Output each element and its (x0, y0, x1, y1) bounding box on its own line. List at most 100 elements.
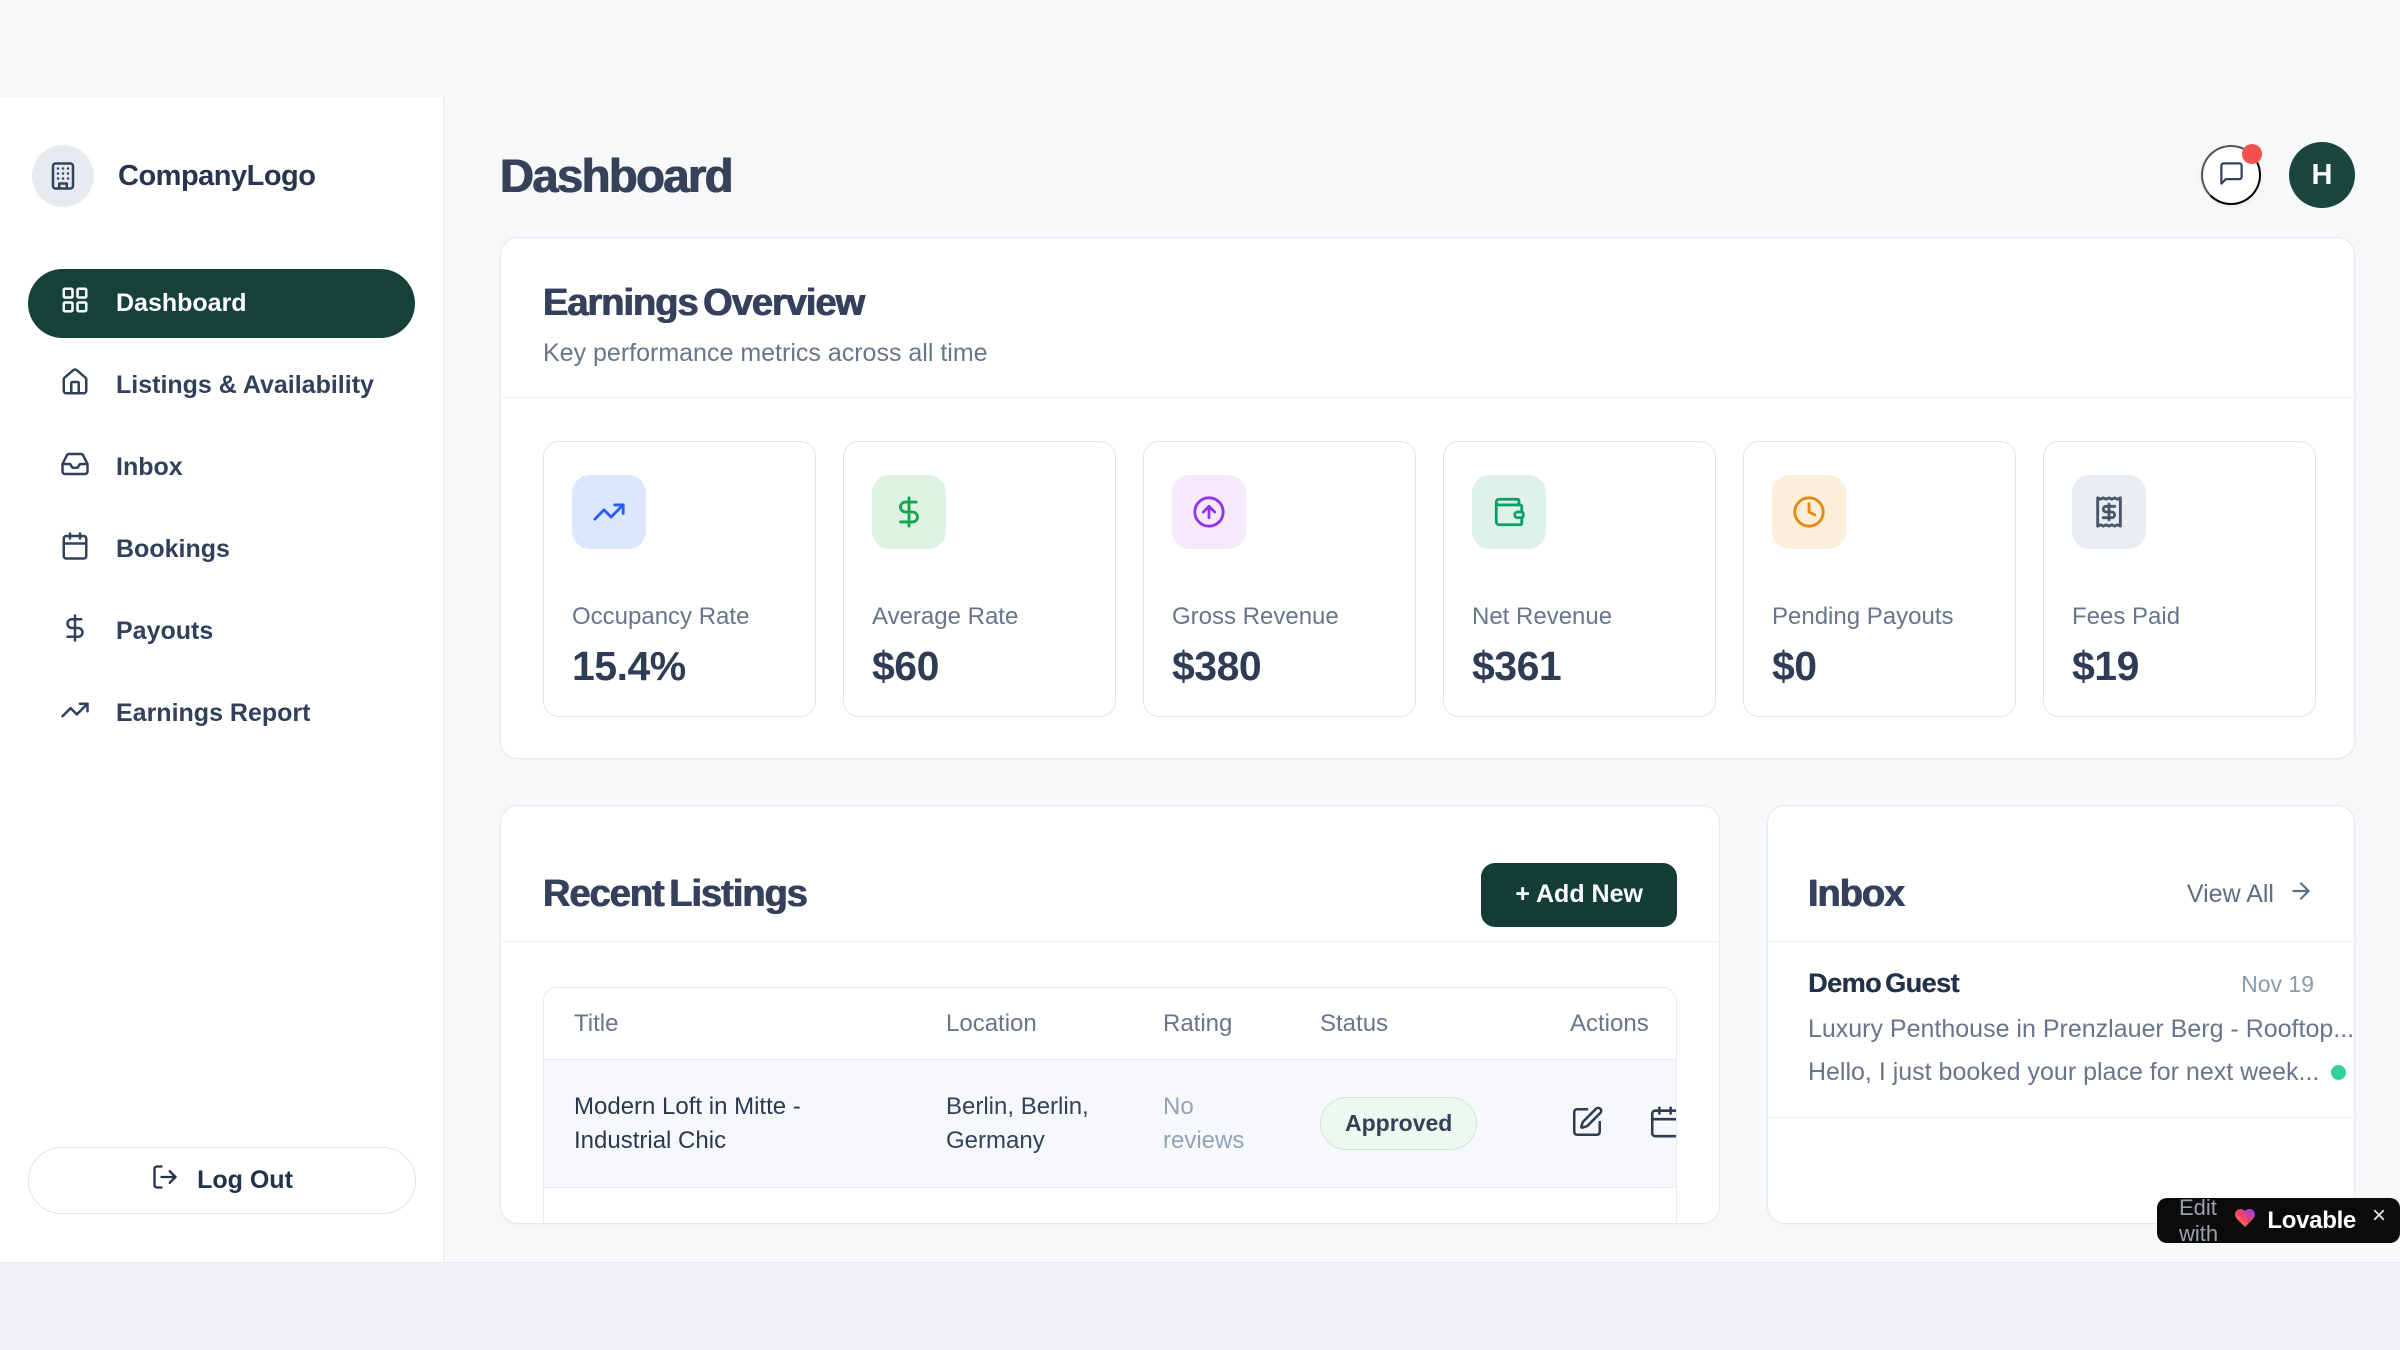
metric-label: Occupancy Rate (572, 603, 787, 631)
metrics-row: Occupancy Rate 15.4% Average Rate $60 Gr… (501, 398, 2354, 717)
column-header-rating: Rating (1163, 1010, 1320, 1038)
earnings-header: Earnings Overview Key performance metric… (501, 238, 2354, 398)
logout-label: Log Out (197, 1166, 293, 1195)
view-all-label: View All (2187, 880, 2274, 909)
recent-listings-title: Recent Listings (543, 873, 807, 916)
sidebar-item-label: Dashboard (116, 289, 247, 318)
add-new-button[interactable]: + Add New (1481, 863, 1677, 927)
table-header-row: Title Location Rating Status Actions (544, 988, 1676, 1060)
screen: CompanyLogo Dashboard Listings & Availab… (0, 0, 2400, 1350)
wallet-icon (1472, 475, 1546, 549)
inbox-tray-icon (60, 449, 90, 486)
sidebar-item-label: Payouts (116, 617, 213, 646)
recent-listings-header: Recent Listings + Add New (501, 806, 1719, 942)
table-row: Modern Loft in Mitte - Industrial Chic B… (544, 1060, 1676, 1188)
metric-gross-revenue: Gross Revenue $380 (1143, 441, 1416, 717)
inbox-header: Inbox View All (1768, 806, 2354, 942)
inbox-title: Inbox (1808, 873, 1904, 916)
column-header-location: Location (946, 1010, 1163, 1038)
main-content: Dashboard H Earnings Overview Key perfor… (444, 97, 2400, 1262)
main-header: Dashboard H (500, 142, 2355, 208)
sidebar-item-inbox[interactable]: Inbox (28, 433, 415, 502)
message-preview-row: Hello, I just booked your place for next… (1808, 1058, 2314, 1087)
trending-up-icon (60, 695, 90, 732)
page-bottom-strip (0, 1262, 2400, 1350)
listing-status-cell: Approved (1320, 1097, 1570, 1149)
metric-label: Net Revenue (1472, 603, 1687, 631)
sidebar-item-earnings-report[interactable]: Earnings Report (28, 679, 415, 748)
page-title: Dashboard (500, 148, 732, 203)
metric-value: $361 (1472, 643, 1687, 690)
metric-average-rate: Average Rate $60 (843, 441, 1116, 717)
message-preview: Hello, I just booked your place for next… (1808, 1058, 2319, 1087)
sidebar-nav: Dashboard Listings & Availability Inbox … (28, 269, 415, 748)
sidebar-item-dashboard[interactable]: Dashboard (28, 269, 415, 338)
metric-label: Fees Paid (2072, 603, 2287, 631)
listing-actions (1570, 1105, 1677, 1142)
metric-net-revenue: Net Revenue $361 (1443, 441, 1716, 717)
listings-table: Title Location Rating Status Actions Mod… (543, 987, 1677, 1224)
message-bubble-icon (2218, 160, 2245, 190)
earnings-overview-card: Earnings Overview Key performance metric… (500, 237, 2355, 759)
sidebar-item-label: Inbox (116, 453, 183, 482)
metric-value: 15.4% (572, 643, 787, 690)
logo: CompanyLogo (28, 145, 415, 207)
metric-value: $60 (872, 643, 1087, 690)
notification-dot (2242, 144, 2262, 164)
metric-value: $380 (1172, 643, 1387, 690)
message-date: Nov 19 (2241, 971, 2314, 998)
badge-close-button[interactable]: × (2372, 1198, 2386, 1228)
status-badge: Approved (1320, 1097, 1477, 1149)
sidebar-item-bookings[interactable]: Bookings (28, 515, 415, 584)
logout-button[interactable]: Log Out (28, 1147, 416, 1214)
metric-label: Gross Revenue (1172, 603, 1387, 631)
message-subject: Luxury Penthouse in Prenzlauer Berg - Ro… (1808, 1015, 2314, 1044)
column-header-actions: Actions (1570, 1010, 1649, 1038)
app-window: CompanyLogo Dashboard Listings & Availab… (0, 0, 2400, 1262)
earnings-title: Earnings Overview (543, 282, 2312, 325)
sidebar: CompanyLogo Dashboard Listings & Availab… (0, 97, 444, 1262)
dollar-icon (60, 613, 90, 650)
edit-with-lovable-badge[interactable]: Edit with Lovable × (2157, 1198, 2400, 1243)
chat-button[interactable] (2201, 145, 2261, 205)
column-header-status: Status (1320, 1010, 1570, 1038)
table-row-partial (544, 1188, 1676, 1224)
earnings-subtitle: Key performance metrics across all time (543, 339, 2312, 368)
dollar-icon (872, 475, 946, 549)
metric-label: Average Rate (872, 603, 1087, 631)
metric-fees-paid: Fees Paid $19 (2043, 441, 2316, 717)
calendar-icon (60, 531, 90, 568)
sidebar-item-label: Earnings Report (116, 699, 310, 728)
listing-rating: No reviews (1163, 1090, 1273, 1157)
logout-icon (151, 1163, 179, 1198)
listing-location: Berlin, Berlin, Germany (946, 1090, 1126, 1157)
edit-listing-button[interactable] (1570, 1105, 1604, 1142)
listing-title: Modern Loft in Mitte - Industrial Chic (574, 1090, 844, 1157)
avatar[interactable]: H (2289, 142, 2355, 208)
building-icon (32, 145, 94, 207)
message-sender: Demo Guest (1808, 968, 1959, 999)
badge-brand: Lovable (2267, 1207, 2356, 1235)
availability-listing-button[interactable] (1648, 1105, 1677, 1142)
inbox-message[interactable]: Demo Guest Nov 19 Luxury Penthouse in Pr… (1768, 942, 2354, 1118)
calendar-icon (1648, 1105, 1677, 1142)
sidebar-item-listings[interactable]: Listings & Availability (28, 351, 415, 420)
header-actions: H (2201, 142, 2355, 208)
logo-text: CompanyLogo (118, 160, 316, 193)
message-top: Demo Guest Nov 19 (1808, 968, 2314, 999)
lower-row: Recent Listings + Add New Title Location… (500, 805, 2355, 1224)
column-header-title: Title (574, 1010, 946, 1038)
arrow-right-icon (2288, 878, 2314, 911)
sidebar-item-label: Listings & Availability (116, 371, 374, 400)
grid-icon (60, 285, 90, 322)
clock-icon (1772, 475, 1846, 549)
metric-value: $0 (1772, 643, 1987, 690)
recent-listings-card: Recent Listings + Add New Title Location… (500, 805, 1720, 1224)
sidebar-item-payouts[interactable]: Payouts (28, 597, 415, 666)
metric-pending-payouts: Pending Payouts $0 (1743, 441, 2016, 717)
badge-prefix: Edit with (2179, 1195, 2223, 1247)
edit-icon (1570, 1105, 1604, 1142)
view-all-link[interactable]: View All (2187, 878, 2314, 911)
trending-up-icon (572, 475, 646, 549)
home-icon (60, 367, 90, 404)
